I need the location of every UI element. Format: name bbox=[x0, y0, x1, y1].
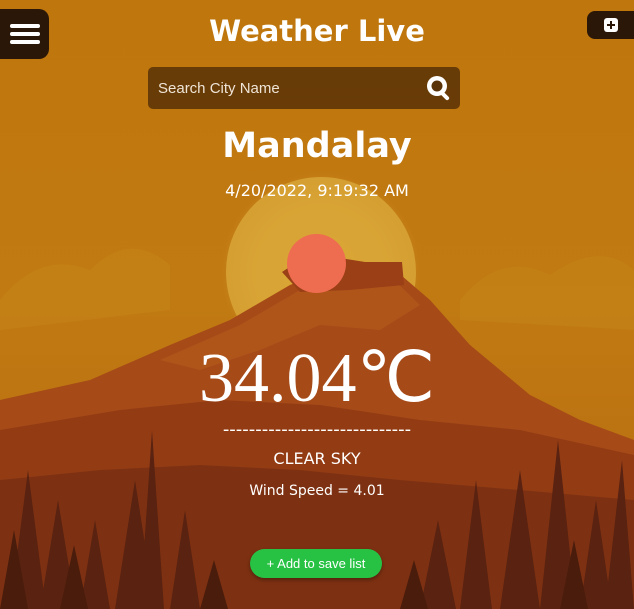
search-bar bbox=[148, 67, 460, 109]
city-name: Mandalay bbox=[222, 126, 412, 166]
weather-condition: CLEAR SKY bbox=[273, 449, 361, 468]
divider-line: ----------------------------- bbox=[222, 419, 412, 440]
date-time: 4/20/2022, 9:19:32 AM bbox=[225, 181, 409, 200]
search-input[interactable] bbox=[148, 67, 422, 109]
wind-speed: Wind Speed = 4.01 bbox=[0, 483, 634, 499]
search-icon bbox=[427, 76, 450, 101]
wind-speed-value: 4.01 bbox=[353, 483, 385, 499]
temperature: 34.04℃ bbox=[198, 340, 436, 417]
app-title: Weather Live bbox=[209, 14, 425, 48]
search-button[interactable] bbox=[422, 71, 456, 105]
add-to-save-list-button[interactable]: + Add to save list bbox=[250, 549, 382, 578]
wind-speed-label: Wind Speed = bbox=[249, 483, 354, 499]
clear-sky-sun-icon bbox=[287, 234, 346, 293]
